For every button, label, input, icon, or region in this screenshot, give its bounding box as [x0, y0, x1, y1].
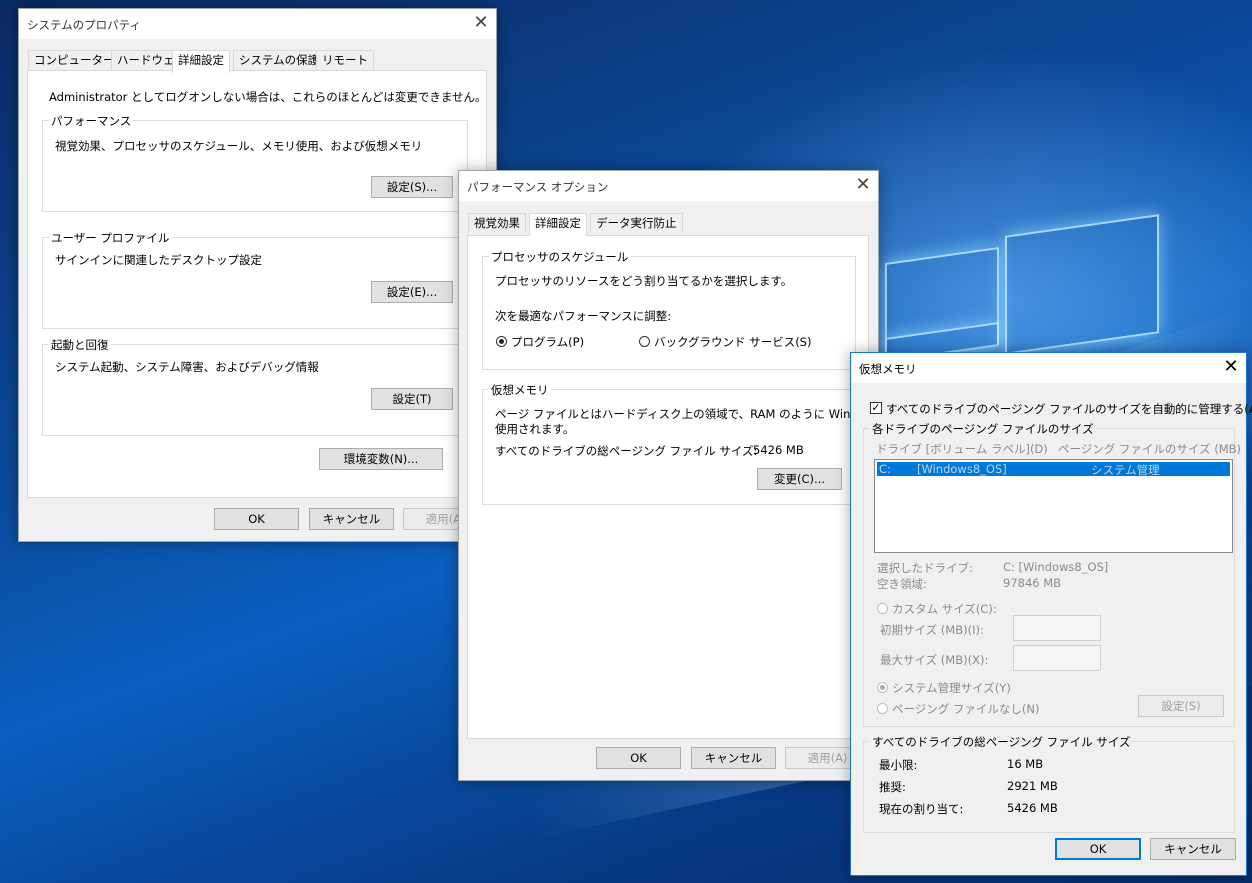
title-bar: パフォーマンス オプション ✕ [459, 171, 878, 201]
performance-options-dialog: パフォーマンス オプション ✕ 視覚効果 詳細設定 データ実行防止 プロセッサの… [458, 170, 895, 781]
window-title: システムのプロパティ [27, 18, 141, 32]
free-space-value: 97846 MB [1003, 576, 1062, 590]
change-virtual-memory-button[interactable]: 変更(C)... [757, 468, 842, 490]
processor-scheduling-desc: プロセッサのリソースをどう割り当てるかを選択します。 [495, 274, 793, 288]
drive-volume: [Windows8_OS] [917, 462, 1007, 476]
drive-letter: C: [879, 462, 891, 476]
per-drive-label: 各ドライブのページング ファイルのサイズ [870, 421, 1096, 437]
startup-settings-button[interactable]: 設定(T) [371, 388, 453, 410]
dialog-client: コンピューター名 ハードウェア 詳細設定 システムの保護 リモート Admini… [19, 39, 496, 541]
drive-column-header: ドライブ [ボリューム ラベル](D) [876, 442, 1048, 456]
system-managed-radio[interactable] [877, 682, 888, 693]
performance-label: パフォーマンス [49, 113, 134, 129]
startup-recovery-desc: システム起動、システム障害、およびデバッグ情報 [55, 360, 319, 374]
virtual-memory-dialog: 仮想メモリ ✕ ✓ すべてのドライブのページング ファイルのサイズを自動的に管理… [850, 352, 1252, 876]
tab-dep[interactable]: データ実行防止 [590, 213, 683, 233]
free-space-label: 空き領域: [877, 577, 927, 591]
maximum-size-label: 最大サイズ (MB)(X): [880, 653, 989, 667]
user-profile-desc: サインインに関連したデスクトップ設定 [55, 253, 262, 267]
performance-desc: 視覚効果、プロセッサのスケジュール、メモリ使用、および仮想メモリ [55, 139, 423, 153]
tab-system-protection[interactable]: システムの保護 [233, 50, 326, 70]
auto-manage-checkbox[interactable]: ✓ [870, 402, 882, 414]
window-title: 仮想メモリ [859, 362, 917, 376]
total-paging-label: すべてのドライブの総ページング ファイル サイズ: [495, 444, 758, 458]
cancel-button[interactable]: キャンセル [1150, 838, 1236, 860]
admin-note: Administrator としてログオンしない場合は、これらのほとんどは変更で… [49, 90, 487, 104]
tab-advanced[interactable]: 詳細設定 [529, 213, 587, 236]
size-column-header: ページング ファイルのサイズ (MB) [1058, 442, 1242, 456]
initial-size-input[interactable] [1013, 615, 1101, 641]
virtual-memory-desc-2: 使用されます。 [495, 422, 575, 436]
tab-visual-effects[interactable]: 視覚効果 [468, 213, 526, 233]
minimum-value: 16 MB [1007, 757, 1044, 771]
current-allocation-label: 現在の割り当て: [879, 802, 964, 816]
tab-panel: Administrator としてログオンしない場合は、これらのほとんどは変更で… [27, 70, 487, 498]
performance-settings-button[interactable]: 設定(S)... [371, 176, 453, 198]
close-icon[interactable]: ✕ [1220, 357, 1242, 379]
initial-size-label: 初期サイズ (MB)(I): [880, 623, 984, 637]
recommended-label: 推奨: [879, 780, 906, 794]
ok-button[interactable]: OK [1055, 838, 1141, 860]
virtual-memory-label: 仮想メモリ [489, 382, 551, 398]
title-bar: 仮想メモリ ✕ [851, 353, 1246, 383]
set-button[interactable]: 設定(S) [1138, 695, 1224, 717]
user-profile-label: ユーザー プロファイル [49, 230, 172, 246]
total-paging-value: 5426 MB [753, 443, 804, 457]
current-allocation-value: 5426 MB [1007, 801, 1058, 815]
system-properties-dialog: システムのプロパティ ✕ コンピューター名 ハードウェア 詳細設定 システムの保… [18, 8, 497, 542]
ok-button[interactable]: OK [596, 747, 681, 769]
user-profile-group: ユーザー プロファイル サインインに関連したデスクトップ設定 設定(E)... [42, 230, 468, 329]
performance-group: パフォーマンス 視覚効果、プロセッサのスケジュール、メモリ使用、および仮想メモリ… [42, 113, 468, 212]
auto-manage-label[interactable]: すべてのドライブのページング ファイルのサイズを自動的に管理する(A) [886, 401, 1252, 417]
tab-advanced[interactable]: 詳細設定 [172, 50, 230, 73]
user-profile-settings-button[interactable]: 設定(E)... [371, 281, 453, 303]
dialog-client: 視覚効果 詳細設定 データ実行防止 プロセッサのスケジュール プロセッサのリソー… [459, 201, 895, 780]
virtual-memory-group: 仮想メモリ ページ ファイルとはハードディスク上の領域で、RAM のように Wi… [482, 382, 895, 505]
list-item[interactable]: C: [Windows8_OS] システム管理 [877, 462, 1230, 477]
programs-radio-label[interactable]: プログラム(P) [511, 334, 584, 350]
ok-button[interactable]: OK [214, 508, 299, 530]
selected-drive-value: C: [Windows8_OS] [1003, 560, 1109, 574]
maximum-size-input[interactable] [1013, 645, 1101, 671]
system-managed-label[interactable]: システム管理サイズ(Y) [892, 680, 1011, 696]
drive-paging-size: システム管理 [1091, 463, 1160, 477]
custom-size-radio[interactable] [877, 603, 888, 614]
adjust-for-label: 次を最適なパフォーマンスに調整: [495, 309, 672, 323]
window-logo-pane [1005, 214, 1159, 355]
background-services-label[interactable]: バックグラウンド サービス(S) [654, 334, 811, 350]
virtual-memory-desc-1: ページ ファイルとはハードディスク上の領域で、RAM のように Windows … [495, 407, 896, 421]
environment-variables-button[interactable]: 環境変数(N)... [319, 448, 443, 470]
startup-recovery-label: 起動と回復 [49, 337, 111, 353]
per-drive-group: 各ドライブのページング ファイルのサイズ ドライブ [ボリューム ラベル](D)… [863, 421, 1241, 727]
programs-radio[interactable] [496, 336, 507, 347]
startup-recovery-group: 起動と回復 システム起動、システム障害、およびデバッグ情報 設定(T) [42, 337, 468, 436]
selected-drive-label: 選択したドライブ: [877, 561, 973, 575]
no-paging-radio[interactable] [877, 703, 888, 714]
close-icon[interactable]: ✕ [470, 13, 492, 35]
drive-listbox[interactable]: C: [Windows8_OS] システム管理 [874, 459, 1233, 553]
title-bar: システムのプロパティ ✕ [19, 9, 496, 39]
minimum-label: 最小限: [879, 758, 918, 772]
processor-scheduling-label: プロセッサのスケジュール [489, 249, 631, 265]
cancel-button[interactable]: キャンセル [691, 747, 776, 769]
tab-panel: プロセッサのスケジュール プロセッサのリソースをどう割り当てるかを選択します。 … [467, 235, 895, 739]
background-services-radio[interactable] [639, 336, 650, 347]
window-title: パフォーマンス オプション [467, 180, 609, 194]
no-paging-label[interactable]: ページング ファイルなし(N) [892, 701, 1040, 717]
recommended-value: 2921 MB [1007, 779, 1058, 793]
tab-remote[interactable]: リモート [316, 50, 374, 70]
dialog-client: ✓ すべてのドライブのページング ファイルのサイズを自動的に管理する(A) 各ド… [851, 383, 1252, 875]
total-paging-group: すべてのドライブの総ページング ファイル サイズ 最小限: 16 MB 推奨: … [863, 734, 1235, 833]
custom-size-label[interactable]: カスタム サイズ(C): [892, 601, 997, 617]
total-paging-group-label: すべてのドライブの総ページング ファイル サイズ [870, 734, 1133, 750]
processor-scheduling-group: プロセッサのスケジュール プロセッサのリソースをどう割り当てるかを選択します。 … [482, 249, 856, 370]
close-icon[interactable]: ✕ [852, 175, 874, 197]
cancel-button[interactable]: キャンセル [309, 508, 394, 530]
